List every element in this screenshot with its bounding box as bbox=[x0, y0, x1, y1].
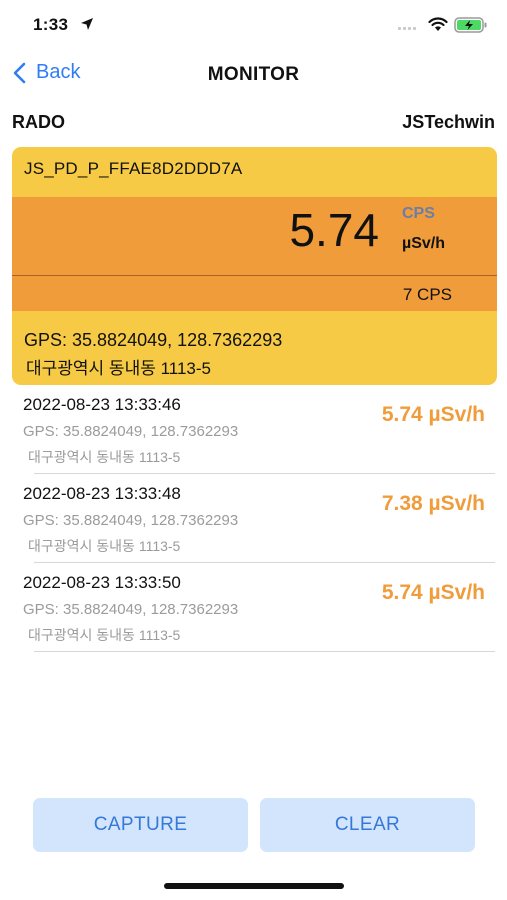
cps-unit-label: CPS bbox=[402, 205, 435, 222]
item-dose-rate: 5.74 µSv/h bbox=[381, 403, 485, 426]
wifi-icon bbox=[428, 17, 448, 31]
item-address: 대구광역시 동내동 1113-5 bbox=[28, 449, 181, 465]
item-gps: GPS: 35.8824049, 128.7362293 bbox=[23, 601, 239, 618]
item-dose-rate: 5.74 µSv/h bbox=[381, 581, 485, 604]
company-name: JSTechwin bbox=[402, 112, 495, 132]
list-item[interactable]: 2022-08-23 13:33:48 GPS: 35.8824049, 128… bbox=[12, 474, 495, 563]
dose-reading-panel: 5.74 CPS µSv/h bbox=[12, 197, 497, 275]
item-dose-rate: 7.38 µSv/h bbox=[381, 492, 485, 515]
navigation-bar: Back MONITOR bbox=[0, 52, 507, 96]
item-address: 대구광역시 동내동 1113-5 bbox=[28, 627, 181, 643]
signal-icon bbox=[398, 27, 416, 30]
status-bar: 1:33 bbox=[0, 0, 507, 50]
item-address: 대구광역시 동내동 1113-5 bbox=[28, 538, 181, 554]
page-title: MONITOR bbox=[207, 64, 300, 85]
dose-rate-value: 5.74 bbox=[289, 204, 379, 256]
history-list[interactable]: 2022-08-23 13:33:46 GPS: 35.8824049, 128… bbox=[0, 385, 507, 652]
device-reading-card: JS_PD_P_FFAE8D2DDD7A 5.74 CPS µSv/h 7 CP… bbox=[12, 147, 497, 385]
capture-button[interactable]: CAPTURE bbox=[33, 798, 248, 852]
list-item[interactable]: 2022-08-23 13:33:46 GPS: 35.8824049, 128… bbox=[12, 385, 495, 474]
brand-row: RADO JSTechwin bbox=[12, 112, 495, 136]
clear-button[interactable]: CLEAR bbox=[260, 798, 475, 852]
list-item[interactable]: 2022-08-23 13:33:50 GPS: 35.8824049, 128… bbox=[12, 563, 495, 652]
address: 대구광역시 동내동 1113-5 bbox=[26, 359, 211, 378]
item-gps: GPS: 35.8824049, 128.7362293 bbox=[23, 512, 239, 529]
device-id: JS_PD_P_FFAE8D2DDD7A bbox=[24, 159, 243, 178]
cps-value: 7 CPS bbox=[402, 285, 452, 304]
app-name: RADO bbox=[12, 112, 65, 132]
item-timestamp: 2022-08-23 13:33:48 bbox=[23, 484, 181, 503]
cps-panel: 7 CPS bbox=[12, 276, 497, 311]
battery-charging-icon bbox=[454, 17, 487, 33]
dose-unit-label: µSv/h bbox=[402, 235, 446, 252]
home-indicator[interactable] bbox=[164, 883, 344, 889]
status-time: 1:33 bbox=[33, 15, 69, 34]
gps-coordinates: GPS: 35.8824049, 128.7362293 bbox=[24, 330, 283, 350]
item-timestamp: 2022-08-23 13:33:50 bbox=[23, 573, 181, 592]
item-timestamp: 2022-08-23 13:33:46 bbox=[23, 395, 181, 414]
location-arrow-icon bbox=[81, 18, 93, 30]
item-gps: GPS: 35.8824049, 128.7362293 bbox=[23, 423, 239, 440]
